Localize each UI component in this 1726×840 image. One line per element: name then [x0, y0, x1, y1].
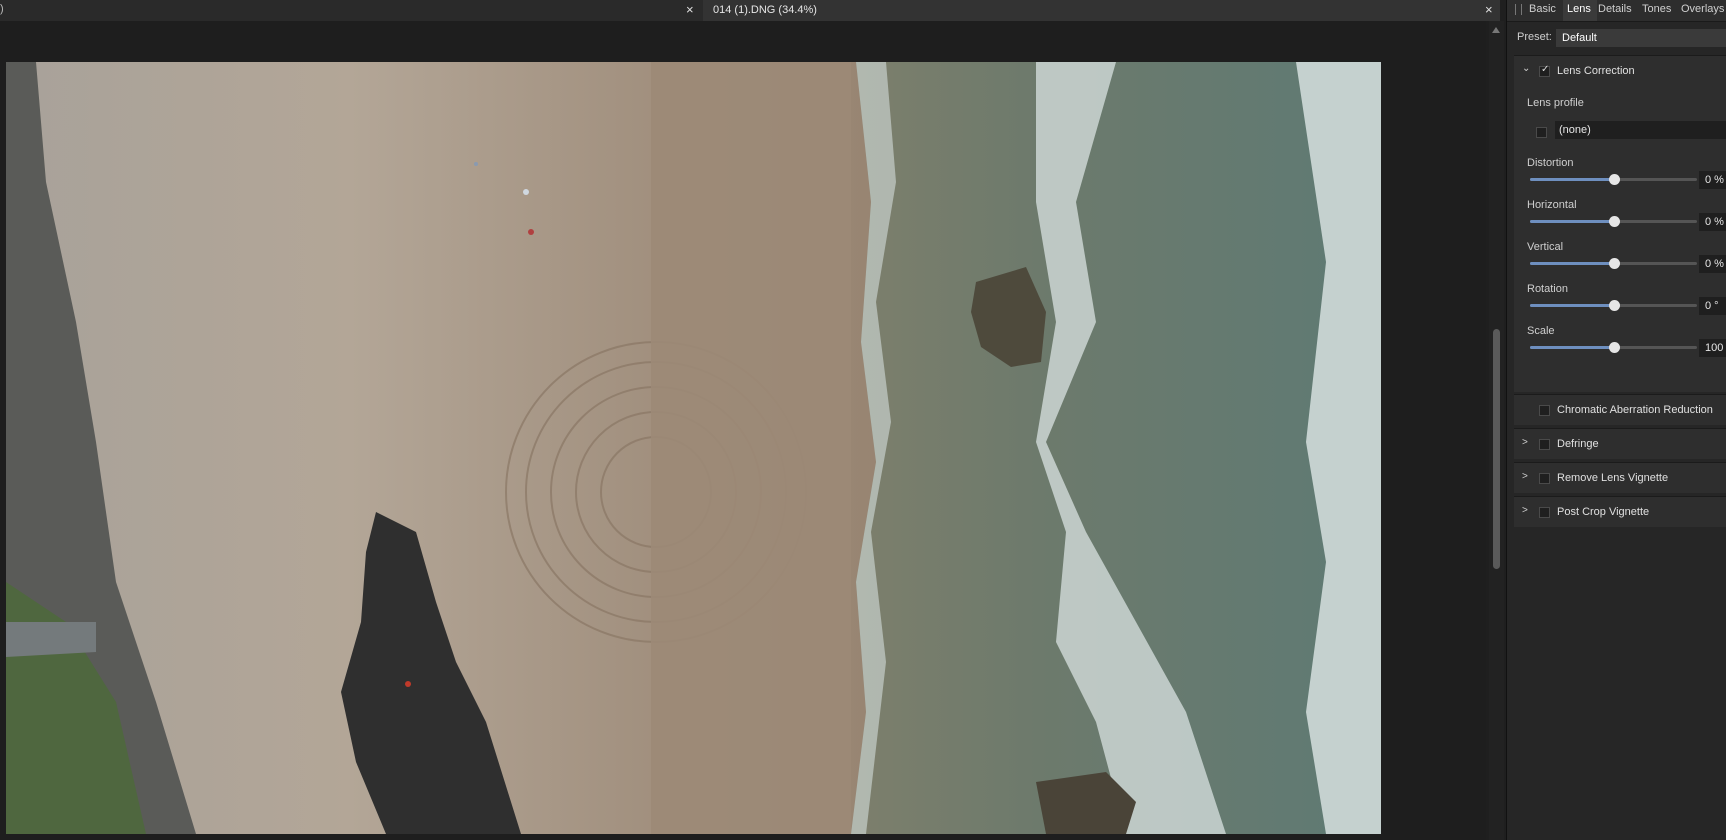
lens-profile-dropdown[interactable]: (none) — [1555, 121, 1726, 139]
chevron-down-icon[interactable]: ⌄ — [1522, 63, 1530, 74]
preset-row: Preset: Default — [1507, 27, 1726, 49]
panel-tab-bar: Basic Lens Details Tones Overlays — [1507, 0, 1726, 22]
distortion-slider-knob[interactable] — [1608, 174, 1620, 185]
rotation-slider[interactable] — [1530, 300, 1697, 311]
scale-slider-row: Scale 100 — [1514, 325, 1726, 367]
post-crop-vignette-checkbox[interactable] — [1539, 507, 1550, 518]
lens-correction-title: Lens Correction — [1557, 65, 1635, 77]
tab-details[interactable]: Details — [1596, 0, 1638, 21]
chromatic-aberration-title: Chromatic Aberration Reduction — [1557, 404, 1713, 416]
document-tab-active[interactable]: 014 (1).DNG (34.4%) × — [703, 0, 1500, 21]
scale-label: Scale — [1527, 325, 1555, 337]
defringe-section[interactable]: > Defringe — [1514, 428, 1726, 459]
preset-label: Preset: — [1517, 31, 1552, 43]
tab-lens[interactable]: Lens — [1563, 0, 1597, 21]
defringe-title: Defringe — [1557, 438, 1599, 450]
horizontal-label: Horizontal — [1527, 199, 1577, 211]
distortion-slider-fill — [1530, 178, 1614, 181]
lens-profile-checkbox[interactable] — [1536, 127, 1547, 138]
vertical-slider-row: Vertical 0 % — [1514, 241, 1726, 283]
tab-title-fragment: ) — [0, 3, 4, 15]
document-tab-previous[interactable]: ) × — [0, 0, 703, 21]
distortion-label: Distortion — [1527, 157, 1574, 169]
horizontal-slider-row: Horizontal 0 % — [1514, 199, 1726, 241]
rotation-slider-knob[interactable] — [1608, 300, 1620, 311]
lens-correction-header[interactable]: ⌄ Lens Correction — [1514, 56, 1726, 86]
lens-correction-section: ⌄ Lens Correction Lens profile (none) Di… — [1514, 55, 1726, 392]
horizontal-slider[interactable] — [1530, 216, 1697, 227]
vertical-value-field[interactable]: 0 % — [1699, 255, 1726, 273]
remove-lens-vignette-checkbox[interactable] — [1539, 473, 1550, 484]
canvas-vertical-scrollbar[interactable] — [1489, 21, 1504, 840]
chevron-right-icon[interactable]: > — [1522, 471, 1528, 482]
horizontal-slider-fill — [1530, 220, 1614, 223]
post-crop-vignette-section[interactable]: > Post Crop Vignette — [1514, 496, 1726, 527]
distortion-value-field[interactable]: 0 % — [1699, 171, 1726, 189]
close-icon[interactable]: × — [686, 0, 694, 19]
scale-slider-knob[interactable] — [1608, 342, 1620, 353]
rotation-slider-row: Rotation 0 ° — [1514, 283, 1726, 325]
develop-panel: Basic Lens Details Tones Overlays Preset… — [1506, 0, 1726, 840]
remove-lens-vignette-section[interactable]: > Remove Lens Vignette — [1514, 462, 1726, 493]
chromatic-aberration-checkbox[interactable] — [1539, 405, 1550, 416]
panel-grip-icon[interactable] — [1515, 4, 1522, 15]
distortion-slider[interactable] — [1530, 174, 1697, 185]
scale-value-field[interactable]: 100 — [1699, 339, 1726, 357]
aerial-beach-photo — [6, 62, 1381, 834]
chevron-right-icon[interactable]: > — [1522, 437, 1528, 448]
distortion-slider-row: Distortion 0 % — [1514, 157, 1726, 199]
remove-lens-vignette-title: Remove Lens Vignette — [1557, 472, 1669, 484]
canvas-area[interactable] — [0, 21, 1486, 840]
defringe-checkbox[interactable] — [1539, 439, 1550, 450]
document-tab-bar: ) × 014 (1).DNG (34.4%) × — [0, 0, 1500, 21]
scroll-up-arrow-icon[interactable] — [1492, 27, 1500, 33]
rotation-label: Rotation — [1527, 283, 1568, 295]
chevron-right-icon[interactable]: > — [1522, 505, 1528, 516]
preset-dropdown[interactable]: Default — [1556, 29, 1726, 47]
document-tab-title: 014 (1).DNG (34.4%) — [713, 4, 817, 16]
scrollbar-thumb[interactable] — [1493, 329, 1500, 569]
vertical-label: Vertical — [1527, 241, 1564, 253]
tab-overlays[interactable]: Overlays — [1679, 0, 1726, 21]
tab-basic[interactable]: Basic — [1524, 0, 1564, 21]
photo-canvas[interactable] — [6, 62, 1381, 834]
close-icon[interactable]: × — [1485, 0, 1493, 19]
scale-slider-fill — [1530, 346, 1614, 349]
horizontal-slider-knob[interactable] — [1608, 216, 1620, 227]
scale-slider[interactable] — [1530, 342, 1697, 353]
vertical-slider[interactable] — [1530, 258, 1697, 269]
lens-profile-label: Lens profile — [1527, 97, 1584, 109]
lens-correction-checkbox[interactable] — [1539, 64, 1550, 77]
vertical-slider-knob[interactable] — [1608, 258, 1620, 269]
vertical-slider-fill — [1530, 262, 1614, 265]
chromatic-aberration-section[interactable]: Chromatic Aberration Reduction — [1514, 394, 1726, 425]
horizontal-value-field[interactable]: 0 % — [1699, 213, 1726, 231]
post-crop-vignette-title: Post Crop Vignette — [1557, 506, 1650, 518]
rotation-value-field[interactable]: 0 ° — [1699, 297, 1726, 315]
rotation-slider-fill — [1530, 304, 1614, 307]
tab-tones[interactable]: Tones — [1640, 0, 1678, 21]
